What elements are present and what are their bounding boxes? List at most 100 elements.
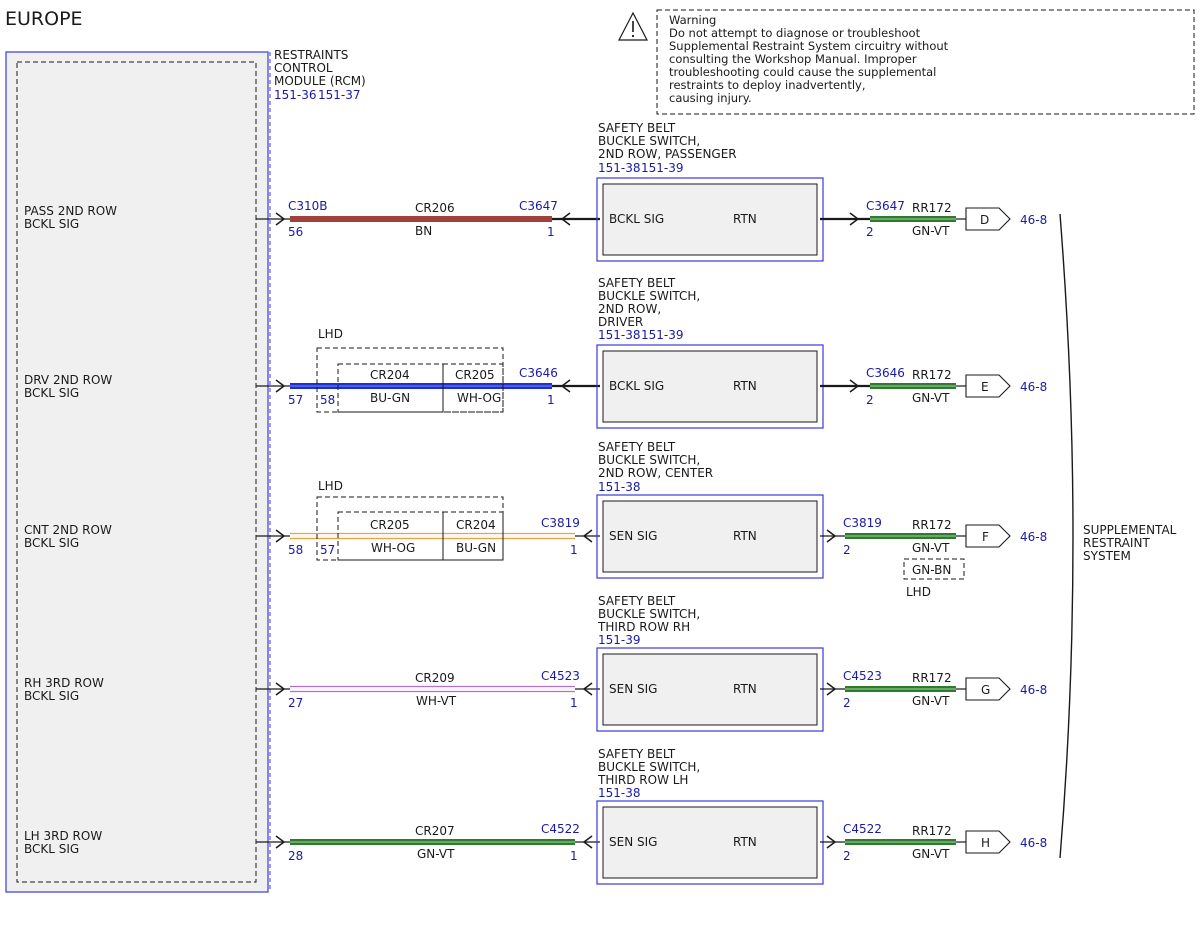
switch-title: BUCKLE SWITCH, xyxy=(598,134,700,148)
switch-title: BUCKLE SWITCH, xyxy=(598,760,700,774)
switch-title: SAFETY BELT xyxy=(598,594,676,608)
wire-color-code: WH-OG xyxy=(371,541,415,555)
rcm-signal-label: LH 3RD ROW xyxy=(24,829,102,843)
out-wire-circuit-id: RR172 xyxy=(912,201,952,215)
lhd-pin: 57 xyxy=(320,543,335,557)
wire-circuit-id: CR206 xyxy=(415,201,455,215)
out-connector-id: C4522 xyxy=(843,822,882,836)
switch-title: 2ND ROW, PASSENGER xyxy=(598,147,737,161)
switch-title: BUCKLE SWITCH, xyxy=(598,289,700,303)
module-ref-link[interactable]: 151-37 xyxy=(318,88,361,102)
rcm-signal-label: BCKL SIG xyxy=(24,842,79,856)
wire-circuit-id: CR204 xyxy=(456,518,496,532)
rcm-pin: 27 xyxy=(288,696,303,710)
rcm-signal-label: PASS 2ND ROW xyxy=(24,204,117,218)
switch-ref-link[interactable]: 151-38 xyxy=(598,161,641,175)
out-connector-id: C3646 xyxy=(866,366,905,380)
switch-ref-link[interactable]: 151-38 xyxy=(598,328,641,342)
destination-letter: D xyxy=(980,213,989,227)
lhd-label: LHD xyxy=(318,479,343,493)
wire-color-code: WH-VT xyxy=(416,694,457,708)
module-ref-link[interactable]: 151-36 xyxy=(274,88,317,102)
switch-connector-id: C4523 xyxy=(541,669,580,683)
wire-color-code: GN-VT xyxy=(417,847,455,861)
switch-ref-link[interactable]: 151-39 xyxy=(598,633,641,647)
rcm-pin: 56 xyxy=(288,225,303,239)
switch-title: DRIVER xyxy=(598,315,643,329)
module-name-line: RESTRAINTS xyxy=(274,48,348,62)
switch-output-label: RTN xyxy=(733,529,757,543)
switch-input-label: BCKL SIG xyxy=(609,379,664,393)
switch-ref-link[interactable]: 151-39 xyxy=(641,328,684,342)
switch-pin: 1 xyxy=(547,393,555,407)
warning-line: causing injury. xyxy=(669,91,752,105)
wire-color-code: BU-GN xyxy=(456,541,496,555)
out-pin: 2 xyxy=(843,849,851,863)
out-wire-color-code: GN-VT xyxy=(912,541,950,555)
switch-connector-id: C3819 xyxy=(541,516,580,530)
wire-circuit-id: CR209 xyxy=(415,671,455,685)
wire-circuit-id: CR207 xyxy=(415,824,455,838)
rcm-signal-label: BCKL SIG xyxy=(24,386,79,400)
switch-output-label: RTN xyxy=(733,212,757,226)
switch-pin: 1 xyxy=(570,849,578,863)
switch-ref-link[interactable]: 151-38 xyxy=(598,786,641,800)
warning-notice: Warning Do not attempt to diagnose or tr… xyxy=(618,9,1195,115)
wire-cr206[interactable] xyxy=(290,216,552,222)
rcm-signal-label: DRV 2ND ROW xyxy=(24,373,112,387)
switch-title: 2ND ROW, xyxy=(598,302,661,316)
module-name-line: MODULE (RCM) xyxy=(274,74,366,88)
switch-input-label: SEN SIG xyxy=(609,529,657,543)
system-name-line: SYSTEM xyxy=(1083,549,1131,563)
wire-cr205-cr204[interactable] xyxy=(290,532,575,540)
wiring-diagram: EUROPE Warning Do not attempt to diagnos… xyxy=(5,8,1195,893)
switch-connector-id: C3646 xyxy=(519,366,558,380)
out-wire-circuit-id: RR172 xyxy=(912,671,952,685)
switch-title: SAFETY BELT xyxy=(598,276,676,290)
switch-pin: 1 xyxy=(570,543,578,557)
warning-line: Warning xyxy=(669,13,716,27)
switch-output-label: RTN xyxy=(733,835,757,849)
switch-ref-link[interactable]: 151-38 xyxy=(598,480,641,494)
page-ref-link[interactable]: 46-8 xyxy=(1020,213,1047,227)
rcm-signal-label: BCKL SIG xyxy=(24,689,79,703)
page-ref-link[interactable]: 46-8 xyxy=(1020,836,1047,850)
out-connector-id: C4523 xyxy=(843,669,882,683)
system-name-line: SUPPLEMENTAL xyxy=(1083,523,1177,537)
switch-connector-id: C4522 xyxy=(541,822,580,836)
warning-line: Do not attempt to diagnose or troublesho… xyxy=(669,26,921,40)
grouping-brace xyxy=(1059,213,1074,859)
wire-cr209[interactable] xyxy=(290,685,575,693)
out-wire-color-code: GN-VT xyxy=(912,224,950,238)
out-pin: 2 xyxy=(866,225,874,239)
out-pin: 2 xyxy=(866,393,874,407)
switch-pin: 1 xyxy=(570,696,578,710)
switch-ref-link[interactable]: 151-39 xyxy=(641,161,684,175)
destination-letter: E xyxy=(981,380,989,394)
out-pin: 2 xyxy=(843,543,851,557)
wire-circuit-id: CR205 xyxy=(455,368,495,382)
switch-input-label: SEN SIG xyxy=(609,835,657,849)
switch-title: BUCKLE SWITCH, xyxy=(598,453,700,467)
warning-line: restraints to deploy inadvertently, xyxy=(669,78,866,92)
switch-pin: 1 xyxy=(547,225,555,239)
page-ref-link[interactable]: 46-8 xyxy=(1020,380,1047,394)
restraints-control-module: RESTRAINTS CONTROL MODULE (RCM) 151-36 1… xyxy=(5,48,366,893)
switch-title: SAFETY BELT xyxy=(598,440,676,454)
warning-line: troubleshooting could cause the suppleme… xyxy=(669,65,936,79)
switch-title: THIRD ROW LH xyxy=(597,773,688,787)
rcm-signal-label: BCKL SIG xyxy=(24,536,79,550)
wire-circuit-id: CR204 xyxy=(370,368,410,382)
page-ref-link[interactable]: 46-8 xyxy=(1020,530,1047,544)
rcm-signal-label: CNT 2ND ROW xyxy=(24,523,112,537)
switch-title: BUCKLE SWITCH, xyxy=(598,607,700,621)
wire-color-code: BN xyxy=(415,224,432,238)
switch-title: SAFETY BELT xyxy=(598,747,676,761)
rcm-pin: 57 xyxy=(288,393,303,407)
page-ref-link[interactable]: 46-8 xyxy=(1020,683,1047,697)
lhd-label: LHD xyxy=(318,327,343,341)
lhd-alt-label: LHD xyxy=(906,585,931,599)
out-wire-circuit-id: RR172 xyxy=(912,518,952,532)
rcm-pin: 58 xyxy=(288,543,303,557)
destination-letter: G xyxy=(981,683,990,697)
